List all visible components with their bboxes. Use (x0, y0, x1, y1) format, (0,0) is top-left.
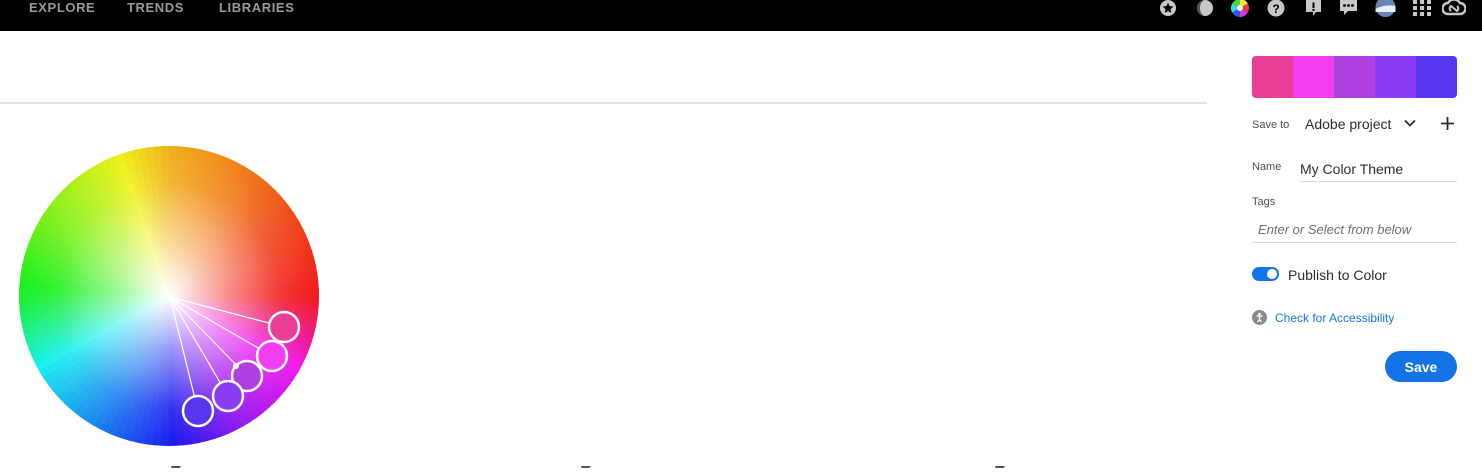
swatch-2[interactable] (1293, 56, 1334, 98)
name-label: Name (1252, 161, 1282, 173)
svg-text:?: ? (1272, 2, 1279, 16)
swatch-5[interactable] (1416, 56, 1457, 98)
cut-mark (989, 466, 1005, 476)
color-handle[interactable] (211, 379, 245, 413)
alert-icon[interactable] (1304, 0, 1324, 20)
nav-explore[interactable]: EXPLORE (29, 0, 95, 16)
swatch-1[interactable] (1252, 56, 1293, 98)
creative-cloud-icon[interactable] (1442, 0, 1466, 20)
base-color-marker (233, 363, 239, 369)
save-to-label: Save to (1252, 119, 1290, 131)
apps-grid-icon[interactable] (1412, 0, 1432, 20)
save-to-dropdown[interactable]: Adobe project (1305, 116, 1391, 132)
toggle-knob (1267, 269, 1277, 279)
nav-trends[interactable]: TRENDS (127, 0, 184, 16)
tags-input[interactable] (1252, 216, 1457, 243)
save-button[interactable]: Save (1385, 351, 1457, 382)
plus-icon (1441, 117, 1454, 130)
color-wheel[interactable] (18, 145, 320, 447)
swatch-4[interactable] (1375, 56, 1416, 98)
top-navigation-bar: EXPLORE TRENDS LIBRARIES ? (0, 0, 1482, 31)
theme-name-field[interactable] (1300, 156, 1457, 182)
cut-mark (575, 466, 591, 476)
color-handle[interactable] (267, 310, 301, 344)
color-mode-icon[interactable] (1195, 0, 1215, 20)
publish-toggle[interactable] (1252, 267, 1279, 281)
publish-label: Publish to Color (1288, 267, 1387, 283)
help-icon[interactable]: ? (1266, 0, 1286, 20)
check-accessibility-link[interactable]: Check for Accessibility (1275, 311, 1394, 325)
cut-mark (165, 466, 181, 476)
color-theme-swatches (1252, 56, 1457, 98)
favorite-star-icon[interactable] (1158, 0, 1178, 20)
accessibility-icon (1252, 310, 1267, 325)
color-handle[interactable] (255, 339, 289, 373)
partial-content-below (0, 466, 1207, 476)
color-wheel-icon[interactable] (1230, 0, 1250, 20)
tags-label: Tags (1252, 196, 1276, 208)
nav-libraries[interactable]: LIBRARIES (219, 0, 294, 16)
add-project-button[interactable] (1439, 115, 1456, 132)
header-divider (0, 102, 1207, 104)
color-handle[interactable] (181, 394, 215, 428)
chevron-down-icon[interactable] (1402, 115, 1418, 131)
feedback-icon[interactable] (1339, 0, 1359, 20)
swatch-3[interactable] (1334, 56, 1375, 98)
user-avatar-icon[interactable] (1374, 0, 1397, 20)
